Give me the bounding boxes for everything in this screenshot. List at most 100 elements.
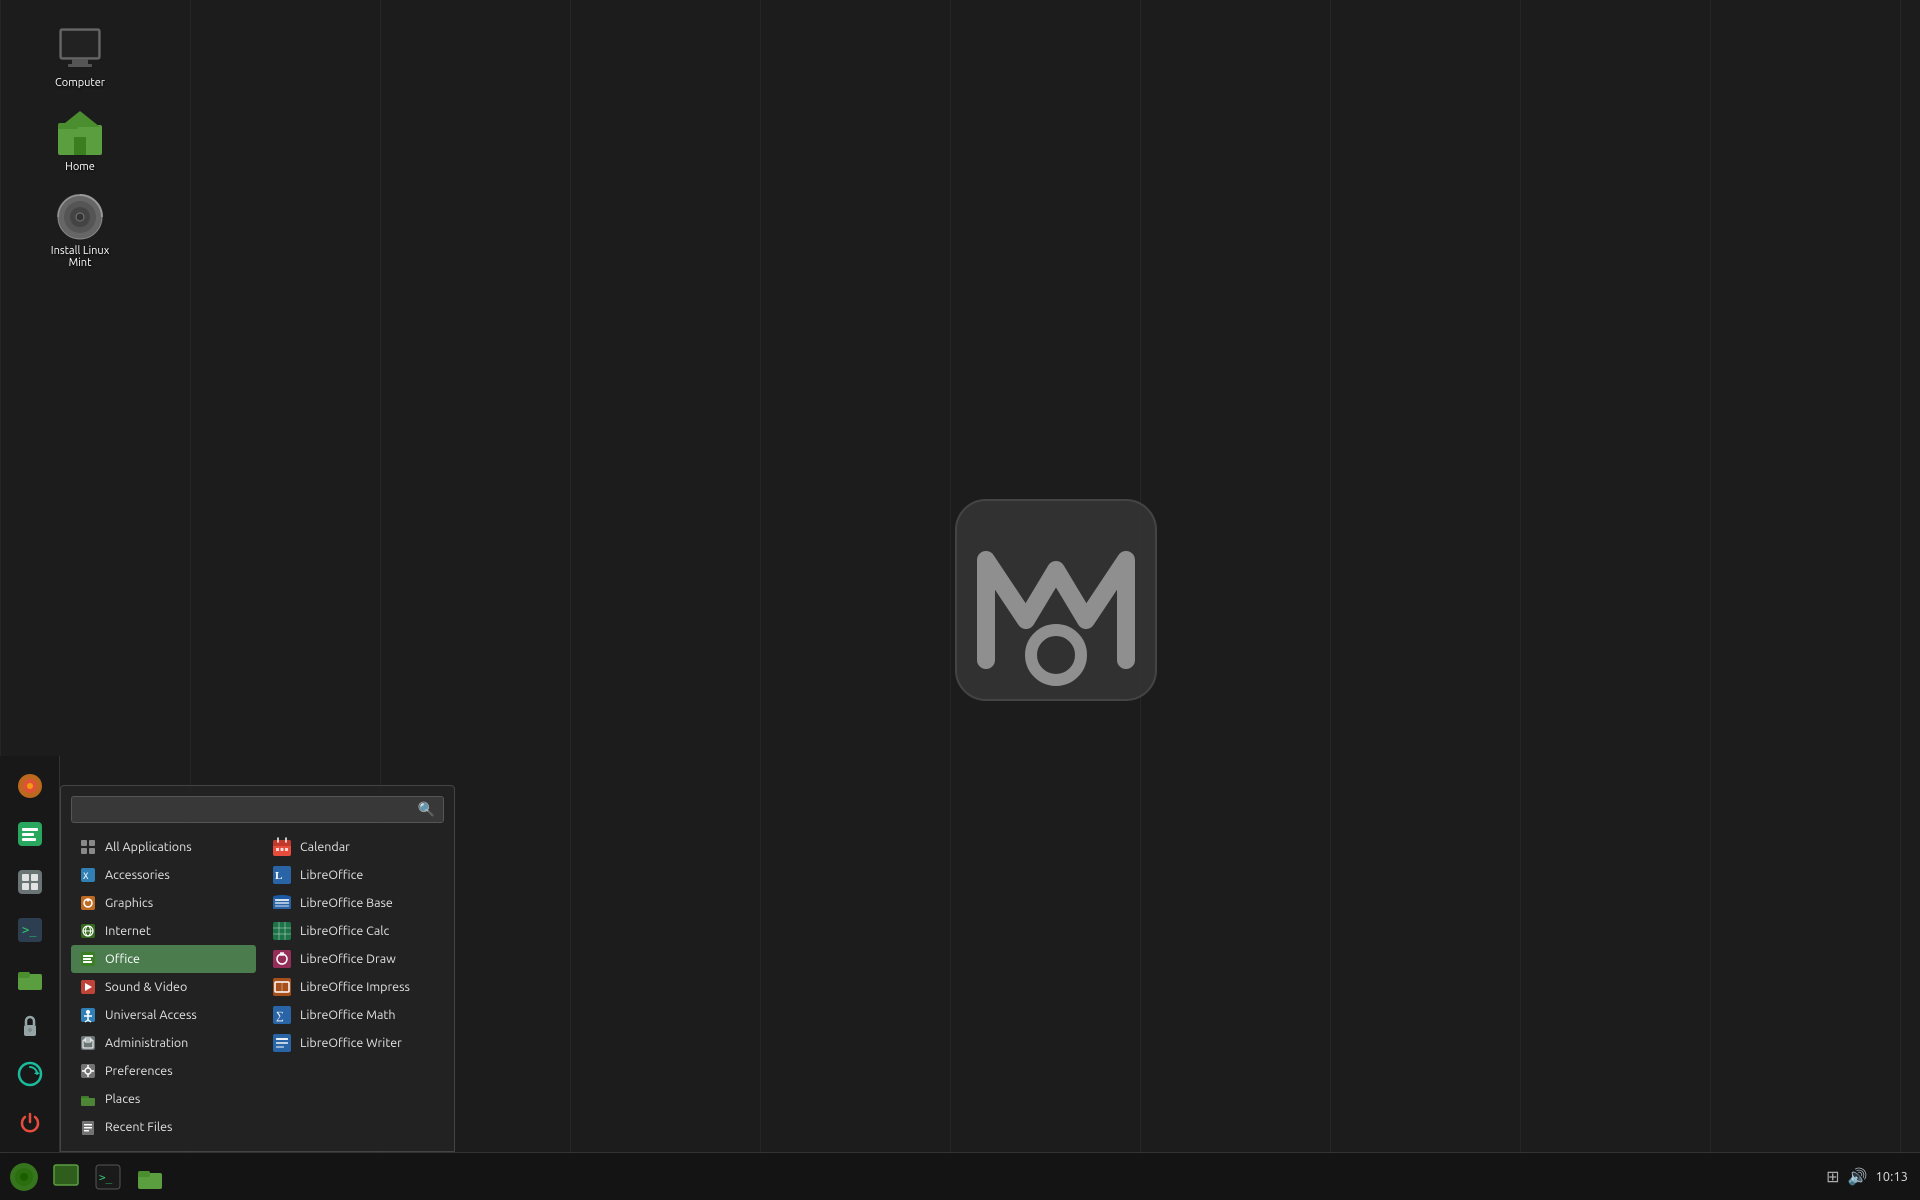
cat-sound-video-label: Sound & Video bbox=[105, 980, 187, 994]
graphics-icon bbox=[79, 894, 97, 912]
cat-all-applications[interactable]: All Applications bbox=[71, 833, 256, 861]
lo-writer-icon bbox=[272, 1033, 292, 1053]
internet-icon bbox=[79, 922, 97, 940]
app-list: Calendar L LibreOffice bbox=[256, 833, 444, 1141]
cat-accessories[interactable]: X Accessories bbox=[71, 861, 256, 889]
cat-graphics-label: Graphics bbox=[105, 896, 153, 910]
taskbar-left: >_ bbox=[4, 1157, 170, 1197]
computer-icon[interactable]: Computer bbox=[40, 20, 120, 94]
desktop-icons: Computer Home bbox=[40, 20, 120, 274]
sidebar-update-btn[interactable] bbox=[8, 1052, 52, 1096]
app-lo-base-label: LibreOffice Base bbox=[300, 896, 393, 910]
sidebar-gray-btn[interactable] bbox=[8, 860, 52, 904]
svg-text:>_: >_ bbox=[99, 1171, 113, 1184]
preferences-icon bbox=[79, 1062, 97, 1080]
app-lo-writer[interactable]: LibreOffice Writer bbox=[266, 1029, 444, 1057]
mint-menu-btn[interactable] bbox=[4, 1157, 44, 1197]
app-lo-draw[interactable]: LibreOffice Draw bbox=[266, 945, 444, 973]
app-lo-math[interactable]: ∑ LibreOffice Math bbox=[266, 1001, 444, 1029]
sidebar: >_ bbox=[0, 756, 60, 1152]
search-input[interactable] bbox=[80, 802, 418, 817]
libreoffice-icon: L bbox=[272, 865, 292, 885]
search-icon[interactable]: 🔍 bbox=[418, 801, 435, 818]
cat-office[interactable]: Office bbox=[71, 945, 256, 973]
dvd-icon-img bbox=[56, 193, 104, 241]
sidebar-firefox-btn[interactable] bbox=[8, 764, 52, 808]
calendar-icon bbox=[272, 837, 292, 857]
taskbar-terminal-btn[interactable]: >_ bbox=[88, 1157, 128, 1197]
recent-files-icon bbox=[79, 1118, 97, 1136]
cat-administration[interactable]: Administration bbox=[71, 1029, 256, 1057]
app-calendar[interactable]: Calendar bbox=[266, 833, 444, 861]
search-bar[interactable]: 🔍 bbox=[71, 796, 444, 823]
cat-preferences[interactable]: Preferences bbox=[71, 1057, 256, 1085]
cat-universal-access[interactable]: Universal Access bbox=[71, 1001, 256, 1029]
sidebar-power-btn[interactable] bbox=[8, 1100, 52, 1144]
cat-recent-files-label: Recent Files bbox=[105, 1120, 172, 1134]
app-lo-draw-label: LibreOffice Draw bbox=[300, 952, 396, 966]
svg-text:L: L bbox=[275, 870, 282, 882]
sound-icon[interactable]: 🔊 bbox=[1848, 1167, 1868, 1186]
sidebar-folder-btn[interactable] bbox=[8, 956, 52, 1000]
app-menu: 🔍 All Applications bbox=[60, 785, 455, 1152]
sidebar-lock-btn[interactable] bbox=[8, 1004, 52, 1048]
app-lo-base[interactable]: LibreOffice Base bbox=[266, 889, 444, 917]
app-lo-writer-label: LibreOffice Writer bbox=[300, 1036, 402, 1050]
sound-video-icon bbox=[79, 978, 97, 996]
show-desktop-btn[interactable] bbox=[46, 1157, 86, 1197]
all-apps-icon bbox=[79, 838, 97, 856]
cat-sound-video[interactable]: Sound & Video bbox=[71, 973, 256, 1001]
svg-text:X: X bbox=[83, 872, 89, 882]
office-icon bbox=[79, 950, 97, 968]
cat-places[interactable]: Places bbox=[71, 1085, 256, 1113]
lo-draw-icon bbox=[272, 949, 292, 969]
app-lo-math-label: LibreOffice Math bbox=[300, 1008, 395, 1022]
cat-preferences-label: Preferences bbox=[105, 1064, 173, 1078]
app-lo-impress[interactable]: LibreOffice Impress bbox=[266, 973, 444, 1001]
mint-logo bbox=[946, 490, 1166, 710]
cat-graphics[interactable]: Graphics bbox=[71, 889, 256, 917]
taskbar-right: ⊞ 🔊 10:13 bbox=[1826, 1167, 1916, 1186]
install-icon[interactable]: Install Linux Mint bbox=[40, 188, 120, 274]
cat-administration-label: Administration bbox=[105, 1036, 188, 1050]
app-calendar-label: Calendar bbox=[300, 840, 350, 854]
universal-access-icon bbox=[79, 1006, 97, 1024]
category-list: All Applications X Accessories bbox=[71, 833, 256, 1141]
lo-math-icon: ∑ bbox=[272, 1005, 292, 1025]
cat-internet[interactable]: Internet bbox=[71, 917, 256, 945]
app-lo-impress-label: LibreOffice Impress bbox=[300, 980, 410, 994]
accessories-icon: X bbox=[79, 866, 97, 884]
sidebar-green-btn[interactable] bbox=[8, 812, 52, 856]
svg-text:∑: ∑ bbox=[276, 1010, 284, 1022]
cat-places-label: Places bbox=[105, 1092, 140, 1106]
lo-impress-icon bbox=[272, 977, 292, 997]
app-lo-calc-label: LibreOffice Calc bbox=[300, 924, 389, 938]
cat-internet-label: Internet bbox=[105, 924, 151, 938]
menu-content: All Applications X Accessories bbox=[71, 833, 444, 1141]
network-icon[interactable]: ⊞ bbox=[1826, 1167, 1839, 1186]
cat-all-applications-label: All Applications bbox=[105, 840, 192, 854]
computer-label: Computer bbox=[55, 77, 105, 89]
taskbar-files-btn[interactable] bbox=[130, 1157, 170, 1197]
app-libreoffice[interactable]: L LibreOffice bbox=[266, 861, 444, 889]
sidebar-terminal-btn[interactable]: >_ bbox=[8, 908, 52, 952]
cat-recent-files[interactable]: Recent Files bbox=[71, 1113, 256, 1141]
administration-icon bbox=[79, 1034, 97, 1052]
computer-icon-img bbox=[56, 25, 104, 73]
places-icon bbox=[79, 1090, 97, 1108]
taskbar: >_ ⊞ 🔊 10:13 bbox=[0, 1152, 1920, 1200]
clock: 10:13 bbox=[1875, 1170, 1908, 1184]
app-lo-calc[interactable]: LibreOffice Calc bbox=[266, 917, 444, 945]
desktop: Computer Home bbox=[0, 0, 1920, 1200]
home-label: Home bbox=[65, 161, 95, 173]
svg-text:>_: >_ bbox=[22, 923, 37, 937]
home-icon[interactable]: Home bbox=[40, 104, 120, 178]
lo-calc-icon bbox=[272, 921, 292, 941]
cat-office-label: Office bbox=[105, 952, 140, 966]
lo-base-icon bbox=[272, 893, 292, 913]
cat-universal-access-label: Universal Access bbox=[105, 1008, 197, 1022]
install-label: Install Linux Mint bbox=[45, 245, 115, 269]
home-icon-img bbox=[56, 109, 104, 157]
cat-accessories-label: Accessories bbox=[105, 868, 170, 882]
app-libreoffice-label: LibreOffice bbox=[300, 868, 363, 882]
